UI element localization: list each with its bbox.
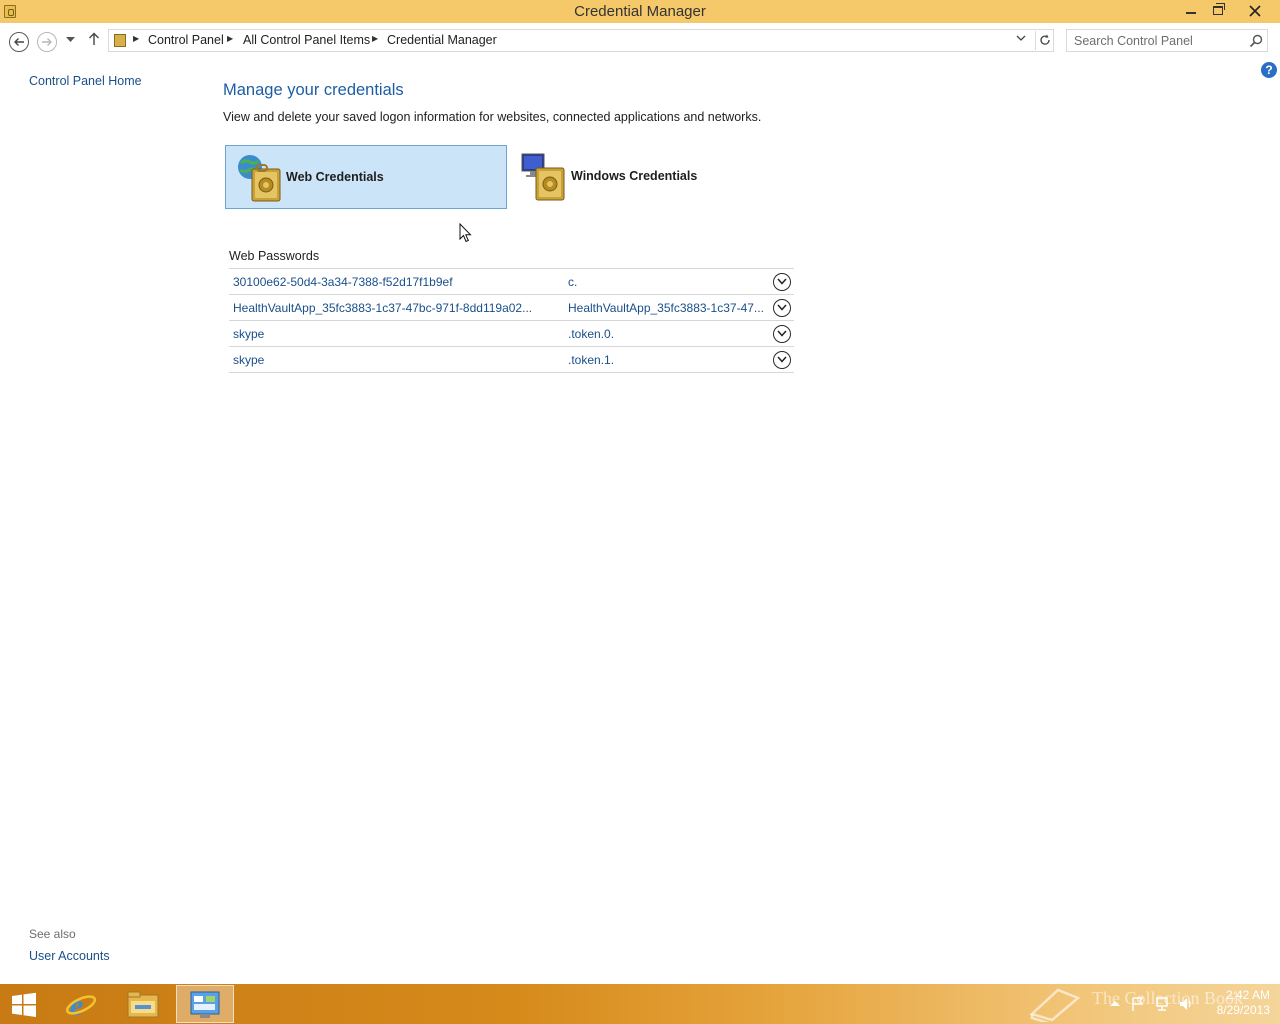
close-button[interactable] <box>1240 0 1270 21</box>
credential-resource[interactable]: 30100e62-50d4-3a34-7388-f52d17f1b9ef <box>233 275 533 289</box>
windows-credentials-label: Windows Credentials <box>571 169 698 183</box>
web-credentials-tile[interactable]: Web Credentials <box>225 145 507 209</box>
credential-list: 30100e62-50d4-3a34-7388-f52d17f1b9ef c. … <box>229 268 794 373</box>
address-dropdown-button[interactable] <box>1016 34 1026 45</box>
expand-button[interactable] <box>773 325 791 343</box>
clock-date: 8/29/2013 <box>1216 1003 1270 1017</box>
web-credentials-label: Web Credentials <box>286 170 384 184</box>
taskbar-clock[interactable]: 2:42 AM 8/29/2013 <box>1206 988 1270 1018</box>
windows-credentials-tile[interactable]: Windows Credentials <box>514 145 796 209</box>
credential-row[interactable]: 30100e62-50d4-3a34-7388-f52d17f1b9ef c. <box>229 269 794 295</box>
credential-resource[interactable]: HealthVaultApp_35fc3883-1c37-47bc-971f-8… <box>233 301 533 315</box>
breadcrumb-all-control-panel-items[interactable]: All Control Panel Items <box>243 33 370 47</box>
forward-arrow-icon <box>42 38 52 46</box>
breadcrumb-control-panel[interactable]: Control Panel <box>148 33 224 47</box>
user-accounts-link[interactable]: User Accounts <box>29 949 110 963</box>
web-vault-icon <box>238 155 281 202</box>
search-icon[interactable] <box>1247 33 1265 49</box>
breadcrumb-separator-icon[interactable]: ▶ <box>227 34 233 43</box>
internet-explorer-button[interactable]: e <box>52 985 110 1023</box>
chevron-down-icon <box>1016 35 1026 41</box>
minimize-button[interactable] <box>1177 0 1205 21</box>
restore-button[interactable] <box>1204 0 1232 21</box>
chevron-down-icon <box>777 278 787 285</box>
forward-button[interactable] <box>37 32 57 52</box>
credential-username[interactable]: .token.1. <box>568 353 768 367</box>
windows-vault-icon <box>521 153 565 201</box>
breadcrumb-separator-icon[interactable]: ▶ <box>372 34 378 43</box>
refresh-icon <box>1040 34 1050 45</box>
restore-icon <box>1213 3 1225 16</box>
action-center-flag-icon[interactable] <box>1130 996 1146 1012</box>
help-icon[interactable]: ? <box>1261 62 1277 78</box>
up-arrow-icon <box>89 32 99 45</box>
start-button[interactable] <box>0 985 58 1023</box>
taskbar: e The Collection Book 2:42 AM 8/29/2013 <box>0 984 1280 1024</box>
title-bar: Credential Manager <box>0 0 1280 23</box>
see-also-heading: See also <box>29 927 76 941</box>
file-explorer-button[interactable] <box>114 985 172 1023</box>
credential-row[interactable]: HealthVaultApp_35fc3883-1c37-47bc-971f-8… <box>229 295 794 321</box>
mouse-cursor-icon <box>459 223 472 243</box>
breadcrumb-separator-icon: ▶ <box>133 34 140 43</box>
show-hidden-icons-icon[interactable] <box>1107 996 1123 1012</box>
chevron-down-icon <box>777 356 787 363</box>
credential-username[interactable]: HealthVaultApp_35fc3883-1c37-47... <box>568 301 768 315</box>
navigation-bar: ▶ Control Panel ▶ All Control Panel Item… <box>0 23 1280 59</box>
page-description: View and delete your saved logon informa… <box>223 110 762 124</box>
back-button[interactable] <box>9 32 29 52</box>
start-icon <box>12 992 36 1017</box>
file-explorer-icon <box>127 991 159 1018</box>
control-panel-small-icon <box>114 34 126 47</box>
address-bar[interactable]: ▶ Control Panel ▶ All Control Panel Item… <box>108 29 1054 52</box>
search-input[interactable] <box>1067 30 1247 51</box>
expand-button[interactable] <box>773 351 791 369</box>
credential-row[interactable]: skype .token.1. <box>229 347 794 373</box>
clock-time: 2:42 AM <box>1225 988 1270 1002</box>
credential-username[interactable]: c. <box>568 275 768 289</box>
refresh-button[interactable] <box>1035 31 1054 50</box>
internet-explorer-icon: e <box>65 989 97 1022</box>
search-box[interactable] <box>1066 29 1268 52</box>
network-icon[interactable] <box>1154 996 1170 1012</box>
credential-row[interactable]: skype .token.0. <box>229 321 794 347</box>
breadcrumb-credential-manager[interactable]: Credential Manager <box>387 33 497 47</box>
chevron-down-icon <box>66 37 75 42</box>
back-arrow-icon <box>14 38 24 46</box>
close-icon <box>1249 5 1261 17</box>
expand-button[interactable] <box>773 273 791 291</box>
chevron-down-icon <box>777 304 787 311</box>
book-watermark-icon <box>1029 988 1081 1022</box>
credential-resource[interactable]: skype <box>233 353 533 367</box>
recent-locations-dropdown[interactable] <box>66 35 76 45</box>
window-title: Credential Manager <box>574 3 706 20</box>
volume-icon[interactable] <box>1178 996 1194 1012</box>
web-passwords-heading: Web Passwords <box>229 249 320 263</box>
control-panel-icon <box>190 991 220 1018</box>
up-button[interactable] <box>88 32 100 51</box>
control-panel-taskbar-button[interactable] <box>176 985 234 1023</box>
minimize-icon <box>1186 11 1196 14</box>
credential-username[interactable]: .token.0. <box>568 327 768 341</box>
credential-resource[interactable]: skype <box>233 327 533 341</box>
page-title: Manage your credentials <box>223 81 404 99</box>
control-panel-home-link[interactable]: Control Panel Home <box>29 74 142 88</box>
chevron-down-icon <box>777 330 787 337</box>
expand-button[interactable] <box>773 299 791 317</box>
